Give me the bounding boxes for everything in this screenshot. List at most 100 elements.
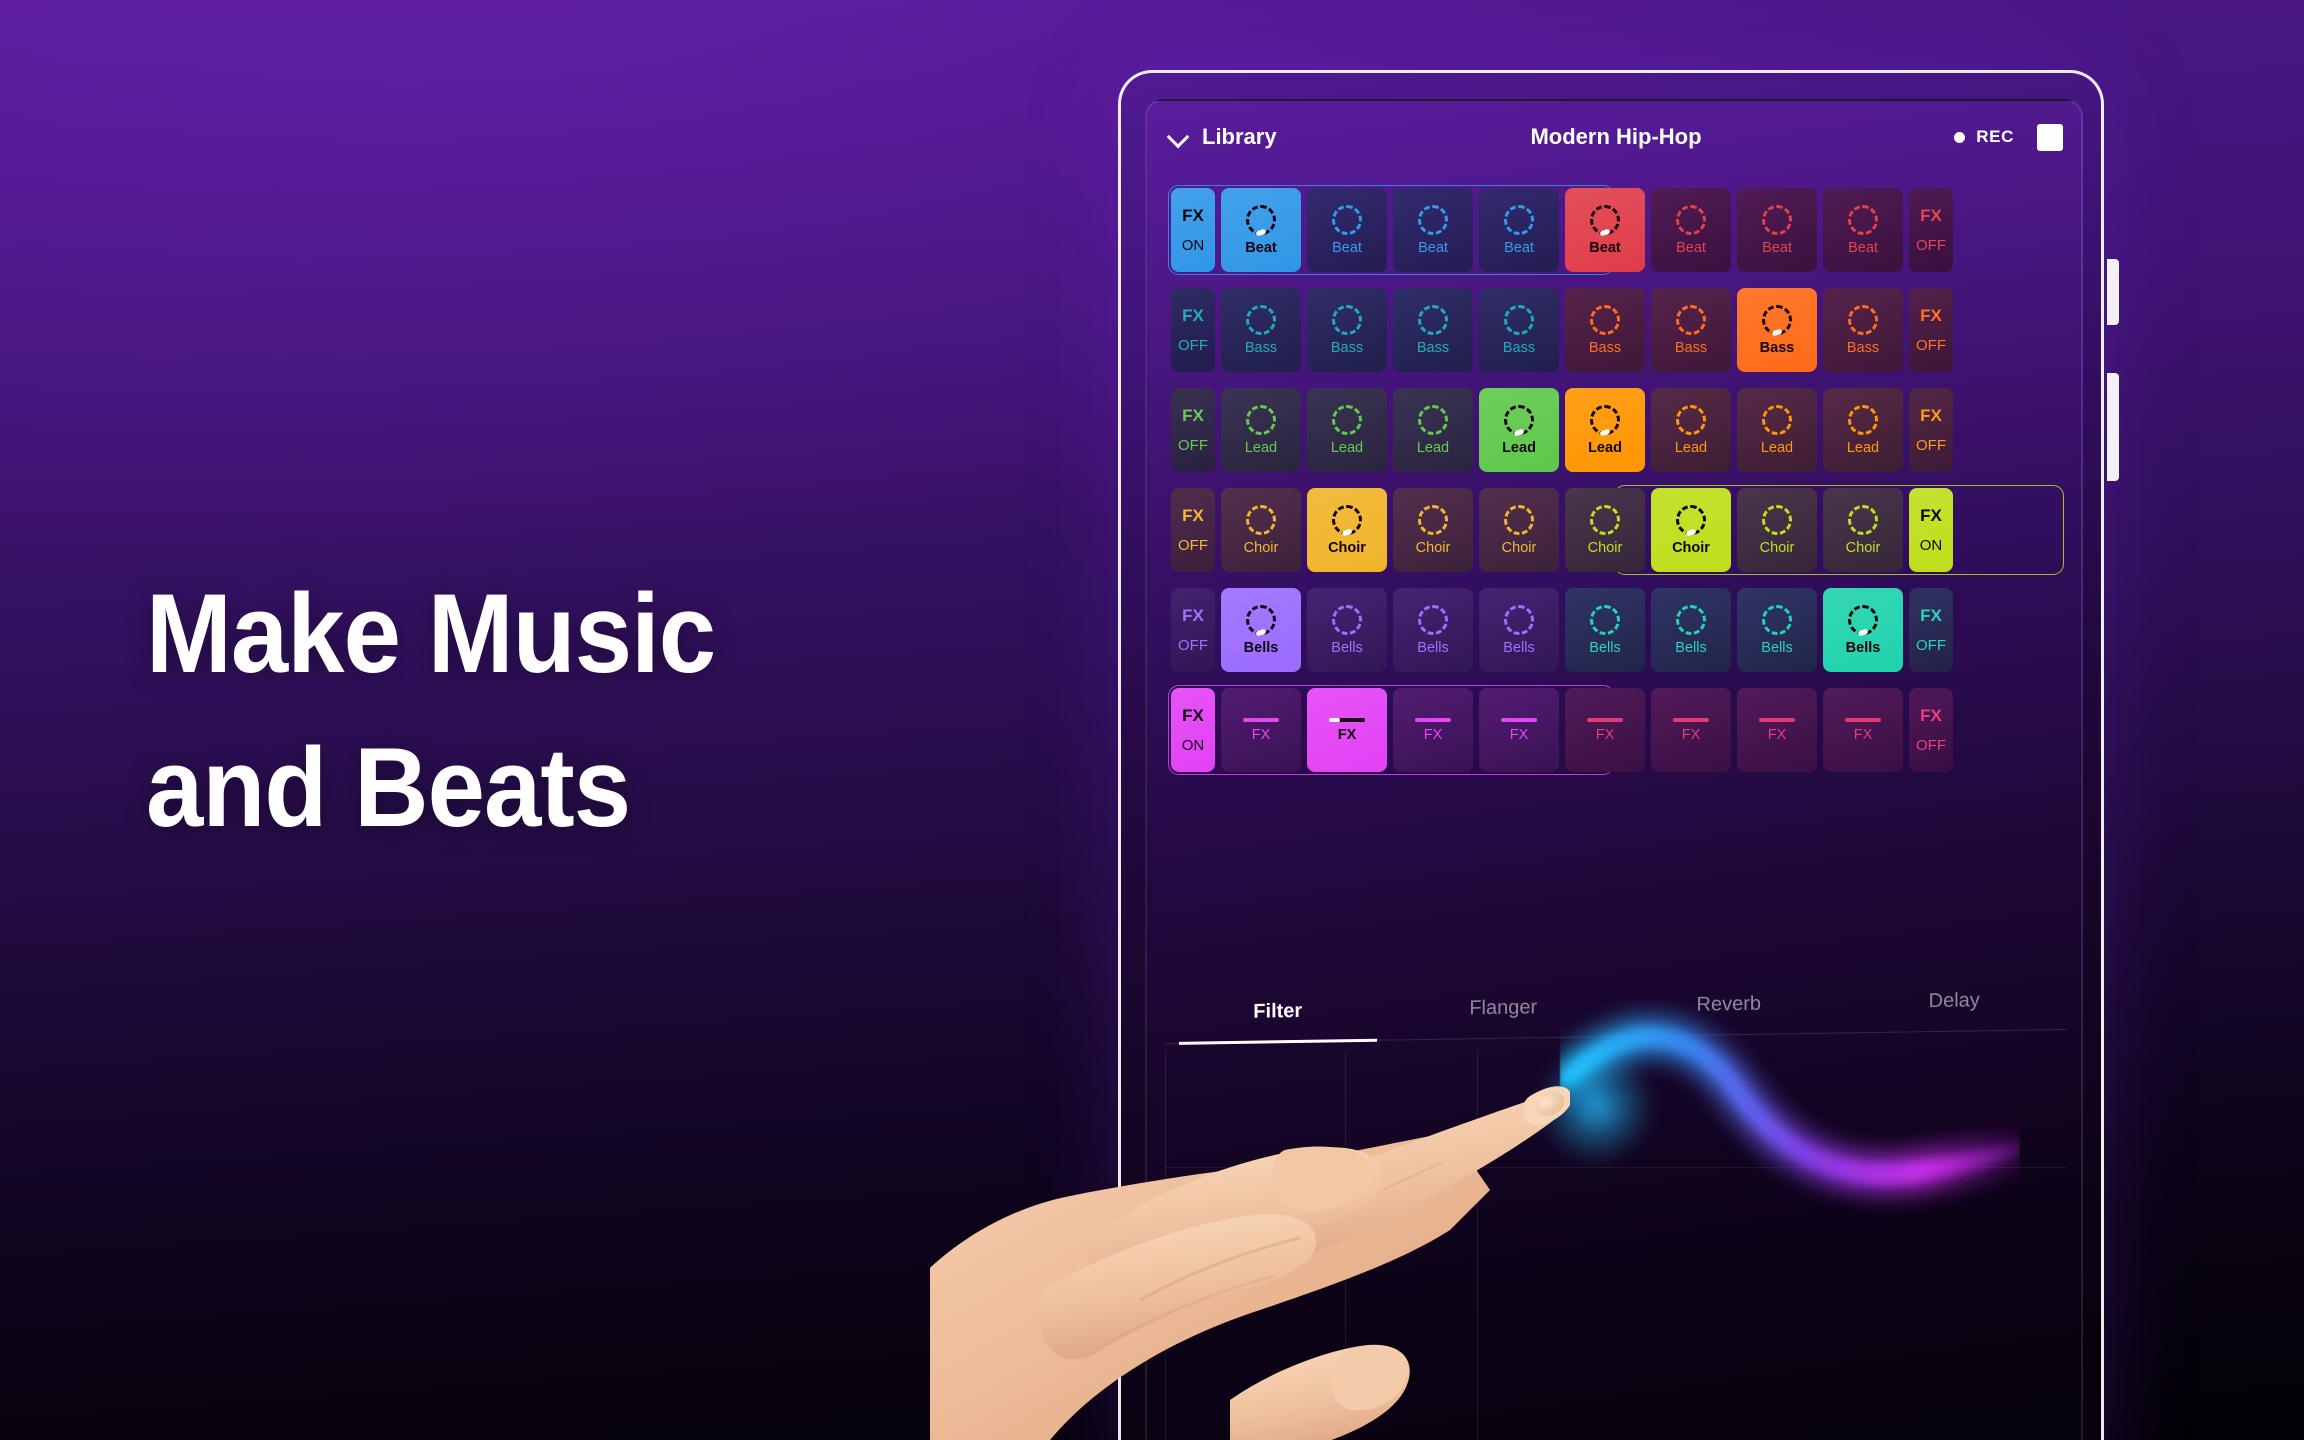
pad-beat-right-1[interactable]: Beat xyxy=(1565,188,1645,272)
pad-beat-left-4[interactable]: Beat xyxy=(1479,188,1559,272)
stop-square-icon[interactable] xyxy=(2037,123,2063,151)
pad-lead-left-4[interactable]: Lead xyxy=(1479,388,1559,472)
pad-fx-left-4[interactable]: FX xyxy=(1479,688,1559,772)
fx-toggle-fx-left[interactable]: FX ON xyxy=(1171,688,1215,772)
pad-bass-right-3[interactable]: Bass xyxy=(1737,288,1817,372)
volume-up-button[interactable] xyxy=(2107,259,2119,325)
dashed-ring-icon xyxy=(1590,404,1620,435)
dashed-ring-icon xyxy=(1848,504,1878,535)
pad-lead-left-3[interactable]: Lead xyxy=(1393,388,1473,472)
tab-delay[interactable]: Delay xyxy=(1842,974,2068,1033)
pad-beat-right-3[interactable]: Beat xyxy=(1737,188,1817,272)
fx-toggle-fx-right[interactable]: FX OFF xyxy=(1909,688,1953,772)
fx-toggle-bells-right[interactable]: FX OFF xyxy=(1909,588,1953,672)
pad-bells-left-4[interactable]: Bells xyxy=(1479,588,1559,672)
fx-state: OFF xyxy=(1916,337,1946,354)
app-screen: Library Modern Hip-Hop REC FX ON Beat Beat B… xyxy=(1145,99,2083,1440)
pad-bass-right-4[interactable]: Bass xyxy=(1823,288,1903,372)
pad-fx-left-3[interactable]: FX xyxy=(1393,688,1473,772)
pad-fx-left-1[interactable]: FX xyxy=(1221,688,1301,772)
fx-toggle-bass-right[interactable]: FX OFF xyxy=(1909,288,1953,372)
dashed-ring-icon xyxy=(1848,604,1878,635)
dashed-ring-icon xyxy=(1332,504,1362,535)
pad-bells-right-3[interactable]: Bells xyxy=(1737,588,1817,672)
fx-label: FX xyxy=(1920,206,1942,225)
tab-flanger[interactable]: Flanger xyxy=(1391,981,1617,1040)
pad-beat-left-2[interactable]: Beat xyxy=(1307,188,1387,272)
pad-bass-left-2[interactable]: Bass xyxy=(1307,288,1387,372)
pad-bells-right-2[interactable]: Bells xyxy=(1651,588,1731,672)
dashed-ring-icon xyxy=(1762,404,1792,435)
pad-bass-left-1[interactable]: Bass xyxy=(1221,288,1301,372)
pad-label: Lead xyxy=(1674,439,1708,456)
dashed-ring-icon xyxy=(1418,404,1448,435)
app-header: Library Modern Hip-Hop REC xyxy=(1147,101,2081,173)
pad-label: Choir xyxy=(1415,539,1451,556)
pad-lead-right-1[interactable]: Lead xyxy=(1565,388,1645,472)
pad-choir-left-3[interactable]: Choir xyxy=(1393,488,1473,572)
pad-choir-right-1[interactable]: Choir xyxy=(1565,488,1645,572)
panel-grid-line xyxy=(1165,1167,2067,1168)
fx-label: FX xyxy=(1182,406,1204,425)
pad-fx-right-1[interactable]: FX xyxy=(1565,688,1645,772)
pad-bells-left-3[interactable]: Bells xyxy=(1393,588,1473,672)
library-button[interactable]: Library xyxy=(1169,124,1277,150)
pad-fx-left-2[interactable]: FX xyxy=(1307,688,1387,772)
pad-beat-left-3[interactable]: Beat xyxy=(1393,188,1473,272)
slider-dash-icon xyxy=(1501,717,1537,722)
pad-fx-right-4[interactable]: FX xyxy=(1823,688,1903,772)
pad-bass-right-2[interactable]: Bass xyxy=(1651,288,1731,372)
pad-bass-right-1[interactable]: Bass xyxy=(1565,288,1645,372)
fx-toggle-bells-left[interactable]: FX OFF xyxy=(1171,588,1215,672)
pad-fx-right-3[interactable]: FX xyxy=(1737,688,1817,772)
volume-down-button[interactable] xyxy=(2107,373,2119,481)
pad-lead-left-1[interactable]: Lead xyxy=(1221,388,1301,472)
pad-label: Bells xyxy=(1331,639,1363,656)
fx-panel[interactable] xyxy=(1165,1051,2067,1440)
pad-bass-left-3[interactable]: Bass xyxy=(1393,288,1473,372)
fx-state: ON xyxy=(1181,737,1205,754)
fx-toggle-bass-left[interactable]: FX OFF xyxy=(1171,288,1215,372)
pad-label: FX xyxy=(1509,726,1529,743)
tab-label: Reverb xyxy=(1696,992,1761,1016)
pad-choir-right-3[interactable]: Choir xyxy=(1737,488,1817,572)
pad-bells-right-4[interactable]: Bells xyxy=(1823,588,1903,672)
fx-toggle-beat-left[interactable]: FX ON xyxy=(1171,188,1215,272)
fx-toggle-choir-right[interactable]: FX ON xyxy=(1909,488,1953,572)
tab-reverb[interactable]: Reverb xyxy=(1616,977,1842,1036)
dashed-ring-icon xyxy=(1504,204,1534,235)
pad-choir-right-2[interactable]: Choir xyxy=(1651,488,1731,572)
slider-dash-icon xyxy=(1243,717,1279,722)
fx-toggle-choir-left[interactable]: FX OFF xyxy=(1171,488,1215,572)
pad-label: Lead xyxy=(1760,439,1794,456)
pad-choir-right-4[interactable]: Choir xyxy=(1823,488,1903,572)
pad-beat-left-1[interactable]: Beat xyxy=(1221,188,1301,272)
pad-bells-left-1[interactable]: Bells xyxy=(1221,588,1301,672)
pad-choir-left-1[interactable]: Choir xyxy=(1221,488,1301,572)
pad-row-choir: FX OFF Choir Choir Choir Choir Choir Choir Choir… xyxy=(1166,483,2066,577)
pad-lead-right-4[interactable]: Lead xyxy=(1823,388,1903,472)
pad-lead-left-2[interactable]: Lead xyxy=(1307,388,1387,472)
pad-row-beat: FX ON Beat Beat Beat Beat Beat Beat Beat Beat FX OF… xyxy=(1166,183,2066,277)
fx-toggle-beat-right[interactable]: FX OFF xyxy=(1909,188,1953,272)
pad-label: Bells xyxy=(1503,639,1535,656)
pad-fx-right-2[interactable]: FX xyxy=(1651,688,1731,772)
pad-lead-right-3[interactable]: Lead xyxy=(1737,388,1817,472)
fx-toggle-lead-right[interactable]: FX OFF xyxy=(1909,388,1953,472)
dashed-ring-icon xyxy=(1418,604,1448,635)
fx-toggle-lead-left[interactable]: FX OFF xyxy=(1171,388,1215,472)
tab-filter[interactable]: Filter xyxy=(1165,985,1391,1044)
record-dot-icon xyxy=(1954,131,1966,143)
pad-label: Choir xyxy=(1672,539,1710,556)
dashed-ring-icon xyxy=(1590,504,1620,535)
pad-bells-left-2[interactable]: Bells xyxy=(1307,588,1387,672)
pad-choir-left-2[interactable]: Choir xyxy=(1307,488,1387,572)
pad-lead-right-2[interactable]: Lead xyxy=(1651,388,1731,472)
fx-label: FX xyxy=(1920,406,1942,425)
pad-bass-left-4[interactable]: Bass xyxy=(1479,288,1559,372)
pad-choir-left-4[interactable]: Choir xyxy=(1479,488,1559,572)
pad-row-bells: FX OFF Bells Bells Bells Bells Bells Bells Bells… xyxy=(1166,583,2066,677)
pad-beat-right-4[interactable]: Beat xyxy=(1823,188,1903,272)
pad-bells-right-1[interactable]: Bells xyxy=(1565,588,1645,672)
pad-beat-right-2[interactable]: Beat xyxy=(1651,188,1731,272)
